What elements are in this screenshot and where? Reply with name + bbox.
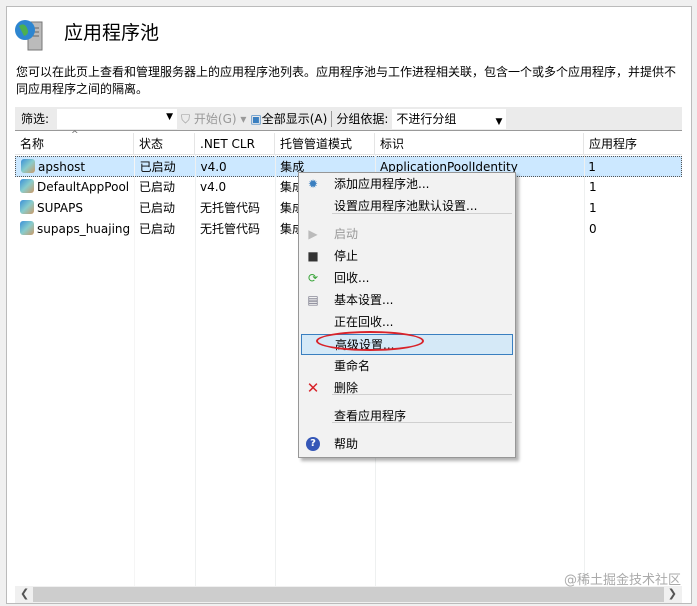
menu-item-6[interactable]: 正在回收... (301, 312, 513, 333)
column-header-pipeline[interactable]: 托管管道模式 (275, 133, 375, 154)
recycle-icon: ⟳ (307, 271, 319, 285)
cell-status: 已启动 (134, 219, 195, 240)
cell-text: 无托管代码 (200, 201, 261, 215)
cell-status: 已启动 (134, 177, 195, 198)
menu-item-label: 启动 (334, 227, 359, 241)
watermark: @稀土掘金技术社区 (563, 573, 681, 588)
show-all-label: 全部显示(A) (261, 112, 328, 126)
add-pool-icon: ✹ (307, 177, 319, 191)
menu-item-label: 停止 (334, 249, 359, 263)
cell-status: 已启动 (134, 198, 195, 219)
app-pool-icon (20, 200, 34, 214)
column-header-clr[interactable]: .NET CLR (195, 133, 275, 154)
menu-item-label: 重命名 (334, 359, 371, 373)
cell-text: 已启动 (139, 222, 176, 236)
menu-item-0[interactable]: ✹ 添加应用程序池... (301, 174, 513, 195)
chevron-down-icon[interactable]: ▼ (495, 112, 502, 132)
start-filter-button[interactable]: ⛉ 开始(G) ▾ (181, 110, 246, 127)
cell-status: 已启动 (135, 157, 196, 176)
cell-applications: 1 (584, 198, 682, 219)
cell-text: 0 (589, 222, 597, 236)
cell-name: SUPAPS (15, 198, 134, 219)
cell-text: v4.0 (200, 180, 227, 194)
menu-separator (332, 213, 512, 214)
play-icon: ▶ (308, 227, 318, 241)
annotation-ellipse (316, 331, 424, 351)
cell-clr: v4.0 (195, 177, 275, 198)
menu-item-3[interactable]: ■ 停止 (301, 246, 513, 267)
scrollbar-thumb[interactable] (33, 587, 664, 602)
filter-toolbar: 筛选: ▼ ⛉ 开始(G) ▾ ▣全部显示(A) 分组依据: 不进行分组 ▼ (15, 107, 682, 131)
scroll-left-icon[interactable]: ❮ (20, 587, 29, 600)
cell-text: 已启动 (139, 180, 176, 194)
column-header-applications[interactable]: 应用程序 (584, 133, 682, 154)
funnel-icon: ⛉ (181, 112, 191, 126)
menu-item-5[interactable]: ▤ 基本设置... (301, 290, 513, 311)
group-by-select[interactable]: 不进行分组 ▼ (392, 108, 507, 132)
start-label: 开始(G) (193, 112, 237, 126)
sort-ascending-icon: ^ (71, 130, 79, 140)
show-all-icon: ▣ (250, 112, 262, 126)
cell-text: 无托管代码 (200, 222, 261, 236)
cell-name: apshost (16, 157, 135, 176)
cell-clr: 无托管代码 (195, 198, 275, 219)
column-header-status[interactable]: 状态 (134, 133, 195, 154)
menu-separator (332, 422, 512, 423)
horizontal-scrollbar[interactable]: ❮ ❯ (15, 586, 682, 603)
show-all-button[interactable]: ▣全部显示(A) (250, 110, 327, 127)
settings-icon: ▤ (307, 293, 319, 307)
menu-item-label: 正在回收... (334, 315, 394, 329)
cell-text: 1 (589, 201, 597, 215)
menu-item-9[interactable]: ✕ 删除 (301, 378, 513, 399)
group-by-value: 不进行分组 (396, 111, 457, 126)
app-pool-icon (21, 159, 35, 173)
menu-separator (332, 394, 512, 395)
stop-icon: ■ (307, 249, 319, 263)
delete-icon: ✕ (306, 379, 320, 397)
page-title: 应用程序池 (64, 22, 160, 44)
menu-item-8[interactable]: 重命名 (301, 356, 513, 377)
cell-text: 1 (589, 180, 597, 194)
app-pool-icon (20, 221, 34, 235)
app-pool-icon (15, 20, 43, 51)
cell-text: supaps_huajing (37, 222, 131, 236)
app-pool-icon (20, 179, 34, 193)
scroll-right-icon[interactable]: ❯ (668, 587, 677, 600)
menu-item-10[interactable]: 查看应用程序 (301, 406, 513, 427)
menu-item-label: 删除 (334, 381, 359, 395)
menu-item-label: 查看应用程序 (334, 409, 407, 423)
cell-applications: 0 (584, 219, 682, 240)
cell-text: apshost (38, 160, 86, 174)
menu-item-4[interactable]: ⟳ 回收... (301, 268, 513, 289)
cell-text: 已启动 (139, 160, 176, 174)
cell-text: DefaultAppPool (37, 180, 130, 194)
cell-clr: 无托管代码 (195, 219, 275, 240)
menu-item-label: 回收... (334, 271, 370, 285)
column-header-identity[interactable]: 标识 (375, 133, 584, 154)
cell-applications: 1 (584, 177, 682, 198)
cell-name: supaps_huajing (15, 219, 134, 240)
menu-item-label: 基本设置... (334, 293, 394, 307)
context-menu: ✹ 添加应用程序池... 设置应用程序池默认设置... ▶ 启动 ■ 停止 ⟳ 回收... ▤ 基本… (298, 172, 516, 458)
help-icon: ? (306, 437, 320, 451)
menu-item-2[interactable]: ▶ 启动 (301, 224, 513, 245)
table-header: ^ 名称 状态 .NET CLR 托管管道模式 标识 应用程序 (15, 130, 682, 155)
page-description: 您可以在此页上查看和管理服务器上的应用程序池列表。应用程序池与工作进程相关联，包… (16, 65, 677, 96)
menu-item-label: 设置应用程序池默认设置... (334, 199, 478, 213)
menu-item-11[interactable]: ? 帮助 (301, 434, 513, 455)
filter-label: 筛选: (21, 112, 50, 126)
toolbar-separator (331, 110, 333, 127)
cell-text: SUPAPS (37, 201, 83, 215)
cell-text: v4.0 (200, 160, 227, 174)
cell-clr: v4.0 (195, 157, 275, 176)
group-by-label: 分组依据: (336, 112, 389, 126)
cell-text: 已启动 (139, 201, 176, 215)
cell-text: 1 (588, 160, 596, 174)
cell-name: DefaultAppPool (15, 177, 134, 198)
menu-item-label: 帮助 (334, 437, 359, 451)
menu-item-label: 添加应用程序池... (334, 177, 430, 191)
chevron-down-icon[interactable]: ▼ (166, 112, 173, 122)
cell-applications: 1 (583, 157, 681, 176)
